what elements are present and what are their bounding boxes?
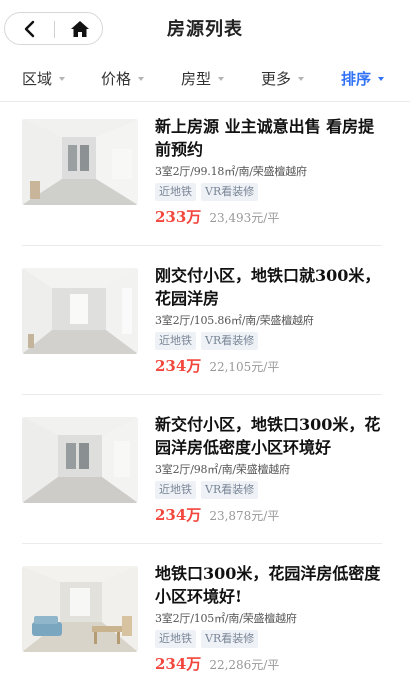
listing-photo [22, 566, 138, 652]
listing-title: 刚交付小区，地铁口就300米，花园洋房 [155, 266, 381, 308]
filter-more[interactable]: 更多 [261, 60, 305, 96]
price-row: 234万 23,878元/平 [155, 504, 383, 525]
tag-vr: VR看装修 [201, 481, 259, 499]
filter-label: 房型 [181, 69, 212, 88]
top-bar: 房源列表 [0, 0, 410, 56]
listing-meta: 3室2厅/98㎡/南/荣盛檀越府 [155, 463, 290, 476]
unit-price: 22,286元/平 [209, 658, 280, 672]
listing-title: 地铁口300米，花园洋房低密度小区环境好! [155, 564, 381, 606]
listing-meta: 3室2厅/105.86㎡/南/荣盛檀越府 [155, 314, 314, 327]
tag-near-metro: 近地铁 [155, 183, 196, 201]
filter-label: 更多 [261, 69, 292, 88]
tag-near-metro: 近地铁 [155, 332, 196, 350]
listing-tags: 近地铁 VR看装修 [155, 183, 383, 202]
tag-vr: VR看装修 [201, 332, 259, 350]
filter-sort[interactable]: 排序 [341, 60, 385, 96]
listing-meta: 3室2厅/99.18㎡/南/荣盛檀越府 [155, 165, 307, 178]
listing-tags: 近地铁 VR看装修 [155, 630, 383, 649]
listing-tags: 近地铁 VR看装修 [155, 332, 383, 351]
price-row: 233万 23,493元/平 [155, 206, 383, 227]
filter-area[interactable]: 区域 [22, 60, 66, 96]
unit-price: 22,105元/平 [209, 360, 280, 374]
divider [22, 543, 382, 544]
price-row: 234万 22,286元/平 [155, 653, 383, 674]
tag-near-metro: 近地铁 [155, 481, 196, 499]
listing-info: 地铁口300米，花园洋房低密度小区环境好! 3室2厅/105㎡/南/荣盛檀越府 … [155, 562, 383, 674]
listing-photo [22, 268, 138, 354]
filter-room-type[interactable]: 房型 [181, 60, 225, 96]
listing-tags: 近地铁 VR看装修 [155, 481, 383, 500]
price-row: 234万 22,105元/平 [155, 355, 383, 376]
divider [22, 245, 382, 246]
listing-title: 新交付小区，地铁口300米，花园洋房低密度小区环境好 [155, 415, 381, 457]
filter-label: 排序 [341, 69, 372, 88]
tag-vr: VR看装修 [201, 183, 259, 201]
page-title: 房源列表 [167, 19, 243, 40]
listing-photo [22, 417, 138, 503]
total-price: 234万 [155, 655, 202, 673]
caret-down-icon [59, 77, 66, 81]
filter-bar: 区域 价格 房型 更多 排序 [0, 60, 410, 96]
total-price: 234万 [155, 506, 202, 524]
caret-down-icon [138, 77, 145, 81]
listing-info: 刚交付小区，地铁口就300米，花园洋房 3室2厅/105.86㎡/南/荣盛檀越府… [155, 264, 383, 376]
listing-info: 新交付小区，地铁口300米，花园洋房低密度小区环境好 3室2厅/98㎡/南/荣盛… [155, 413, 383, 525]
listing-meta: 3室2厅/105㎡/南/荣盛檀越府 [155, 612, 297, 625]
listing-card[interactable]: 刚交付小区，地铁口就300米，花园洋房 3室2厅/105.86㎡/南/荣盛檀越府… [22, 251, 384, 395]
caret-down-icon [378, 77, 385, 81]
listing-card[interactable]: 地铁口300米，花园洋房低密度小区环境好! 3室2厅/105㎡/南/荣盛檀越府 … [22, 549, 384, 685]
tag-vr: VR看装修 [201, 630, 259, 648]
filter-label: 价格 [101, 69, 132, 88]
total-price: 233万 [155, 208, 202, 226]
listing-card[interactable]: 新交付小区，地铁口300米，花园洋房低密度小区环境好 3室2厅/98㎡/南/荣盛… [22, 400, 384, 544]
filter-label: 区域 [22, 69, 53, 88]
caret-down-icon [298, 77, 305, 81]
listing-info: 新上房源 业主诚意出售 看房提前预约 3室2厅/99.18㎡/南/荣盛檀越府 近… [155, 115, 383, 227]
listing-photo [22, 119, 138, 205]
divider [22, 394, 382, 395]
tag-near-metro: 近地铁 [155, 630, 196, 648]
unit-price: 23,878元/平 [209, 509, 280, 523]
listing-title: 新上房源 业主诚意出售 看房提前预约 [155, 117, 375, 159]
total-price: 234万 [155, 357, 202, 375]
filter-price[interactable]: 价格 [101, 60, 145, 96]
unit-price: 23,493元/平 [209, 211, 280, 225]
caret-down-icon [218, 77, 225, 81]
listing-card[interactable]: 新上房源 业主诚意出售 看房提前预约 3室2厅/99.18㎡/南/荣盛檀越府 近… [22, 102, 384, 246]
